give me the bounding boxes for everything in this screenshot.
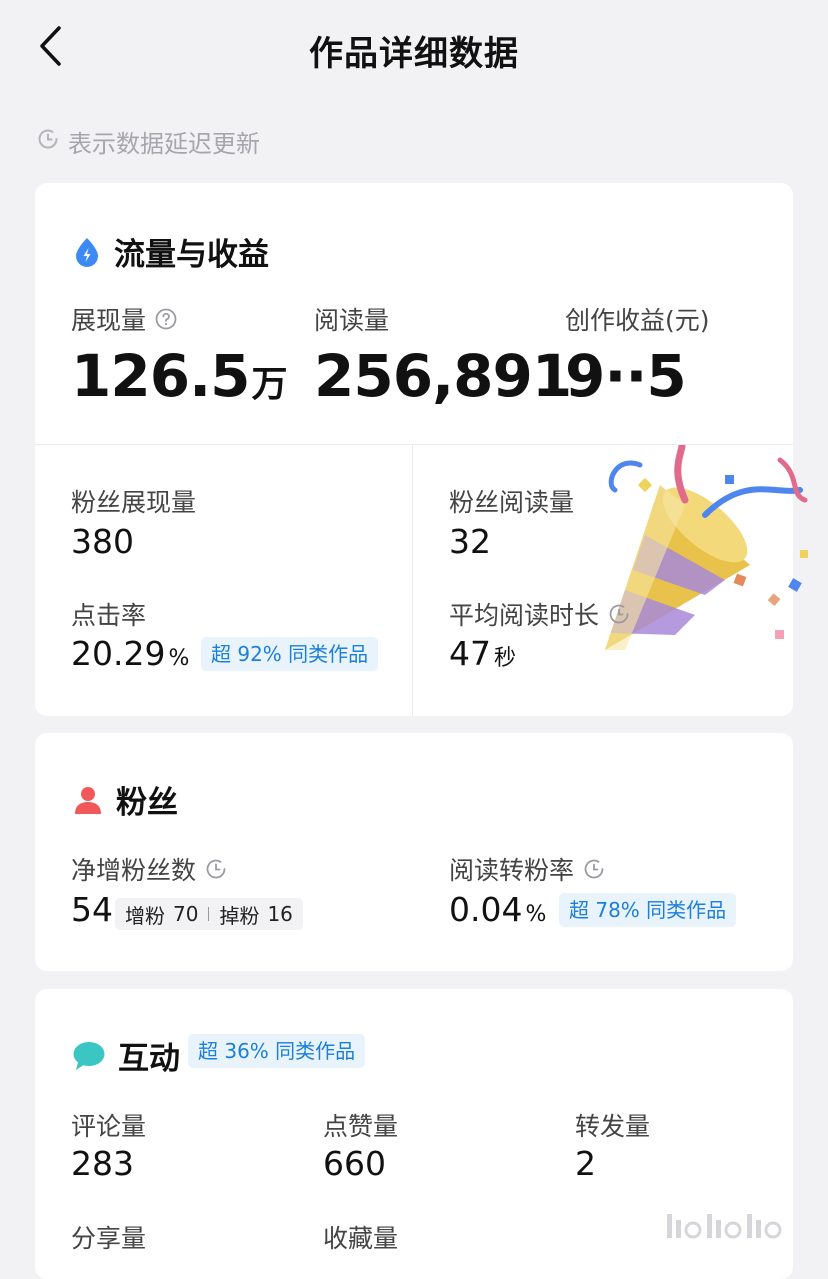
reads-label-text: 阅读量	[314, 306, 390, 335]
delay-notice: 表示数据延迟更新	[36, 124, 260, 159]
impressions-value: 126.5万	[71, 347, 287, 405]
conversion-label-text: 阅读转粉率	[449, 856, 575, 885]
conversion-value: 0.04%	[449, 893, 546, 926]
avg-read-time-label-text: 平均阅读时长	[449, 601, 600, 630]
ctr-label: 点击率	[71, 601, 147, 630]
earnings-label-text: 创作收益(元)	[565, 306, 710, 335]
earnings-value: 9··5	[565, 342, 687, 410]
comments-label: 评论量	[71, 1112, 147, 1141]
earnings-label: 创作收益(元)	[565, 301, 710, 337]
avg-read-time-unit: 秒	[494, 646, 517, 671]
help-icon[interactable]	[154, 307, 178, 331]
fans-section-title: 粉丝	[72, 777, 178, 822]
clock-icon	[204, 857, 228, 881]
interaction-title-text: 互动	[118, 1041, 180, 1077]
comments-value: 283	[71, 1144, 134, 1183]
clock-icon	[582, 857, 606, 881]
header: 作品详细数据	[0, 0, 828, 100]
ctr-unit: %	[168, 646, 190, 671]
impressions-unit: 万	[251, 364, 287, 405]
fans-gain-loss-chip: 增粉 70 掉粉 16	[115, 898, 303, 930]
fan-impressions-value: 380	[71, 522, 134, 561]
net-fans-value: 54	[71, 890, 113, 929]
fans-card: 粉丝 净增粉丝数 54 增粉 70 掉粉 16 阅读转粉率 0.04% 超 78…	[35, 733, 793, 971]
avg-read-time-number: 47	[449, 634, 491, 673]
conversion-number: 0.04	[449, 890, 523, 929]
chat-bubble-icon	[72, 1040, 106, 1072]
net-fans-label: 净增粉丝数	[71, 851, 228, 887]
fan-impressions-label: 粉丝展现量	[71, 488, 197, 517]
impressions-number: 126.5	[71, 342, 250, 410]
fans-title-text: 粉丝	[116, 785, 178, 821]
clock-icon	[607, 602, 631, 626]
conversion-percentile-badge: 超 78% 同类作品	[559, 893, 737, 927]
likes-label: 点赞量	[323, 1112, 399, 1141]
delay-notice-text: 表示数据延迟更新	[68, 130, 260, 158]
interaction-percentile-badge: 超 36% 同类作品	[188, 1034, 366, 1068]
reposts-label: 转发量	[575, 1112, 651, 1141]
lightning-drop-icon	[72, 236, 102, 268]
loss-label: 掉粉	[219, 903, 260, 928]
column-divider	[412, 445, 413, 716]
impressions-label-text: 展现量	[71, 306, 147, 335]
ctr-number: 20.29	[71, 634, 166, 673]
avg-read-time-value: 47 秒	[449, 637, 516, 670]
avg-read-time-label: 平均阅读时长	[449, 596, 631, 632]
page-title: 作品详细数据	[309, 34, 519, 74]
shares-label: 分享量	[71, 1224, 147, 1253]
favorites-label: 收藏量	[323, 1224, 399, 1253]
ctr-percentile-badge: 超 92% 同类作品	[201, 637, 379, 671]
ctr-value: 20.29%	[71, 637, 189, 670]
fan-reads-value: 32	[449, 522, 491, 561]
reads-label: 阅读量	[314, 301, 389, 337]
conversion-label: 阅读转粉率	[449, 851, 606, 887]
net-fans-label-text: 净增粉丝数	[71, 856, 197, 885]
traffic-card: 流量与收益 展现量 126.5万 阅读量 256,891 创作收益(元) 9··…	[35, 183, 808, 716]
chip-separator	[208, 907, 210, 921]
gain-label: 增粉	[125, 903, 165, 928]
conversion-unit: %	[525, 902, 547, 927]
gain-value: 70	[173, 902, 199, 926]
traffic-section-title: 流量与收益	[72, 229, 269, 274]
person-icon	[72, 784, 104, 816]
reads-value: 256,891	[314, 342, 572, 410]
traffic-title-text: 流量与收益	[114, 237, 269, 273]
interaction-section-title: 互动	[72, 1033, 180, 1078]
loss-value: 16	[267, 902, 293, 926]
section-divider	[35, 444, 793, 445]
likes-value: 660	[323, 1144, 386, 1183]
fan-reads-label: 粉丝阅读量	[449, 488, 575, 517]
reposts-value: 2	[575, 1144, 596, 1183]
clock-icon	[36, 127, 60, 157]
impressions-label: 展现量	[71, 301, 178, 337]
watermark-icon	[667, 1214, 782, 1239]
